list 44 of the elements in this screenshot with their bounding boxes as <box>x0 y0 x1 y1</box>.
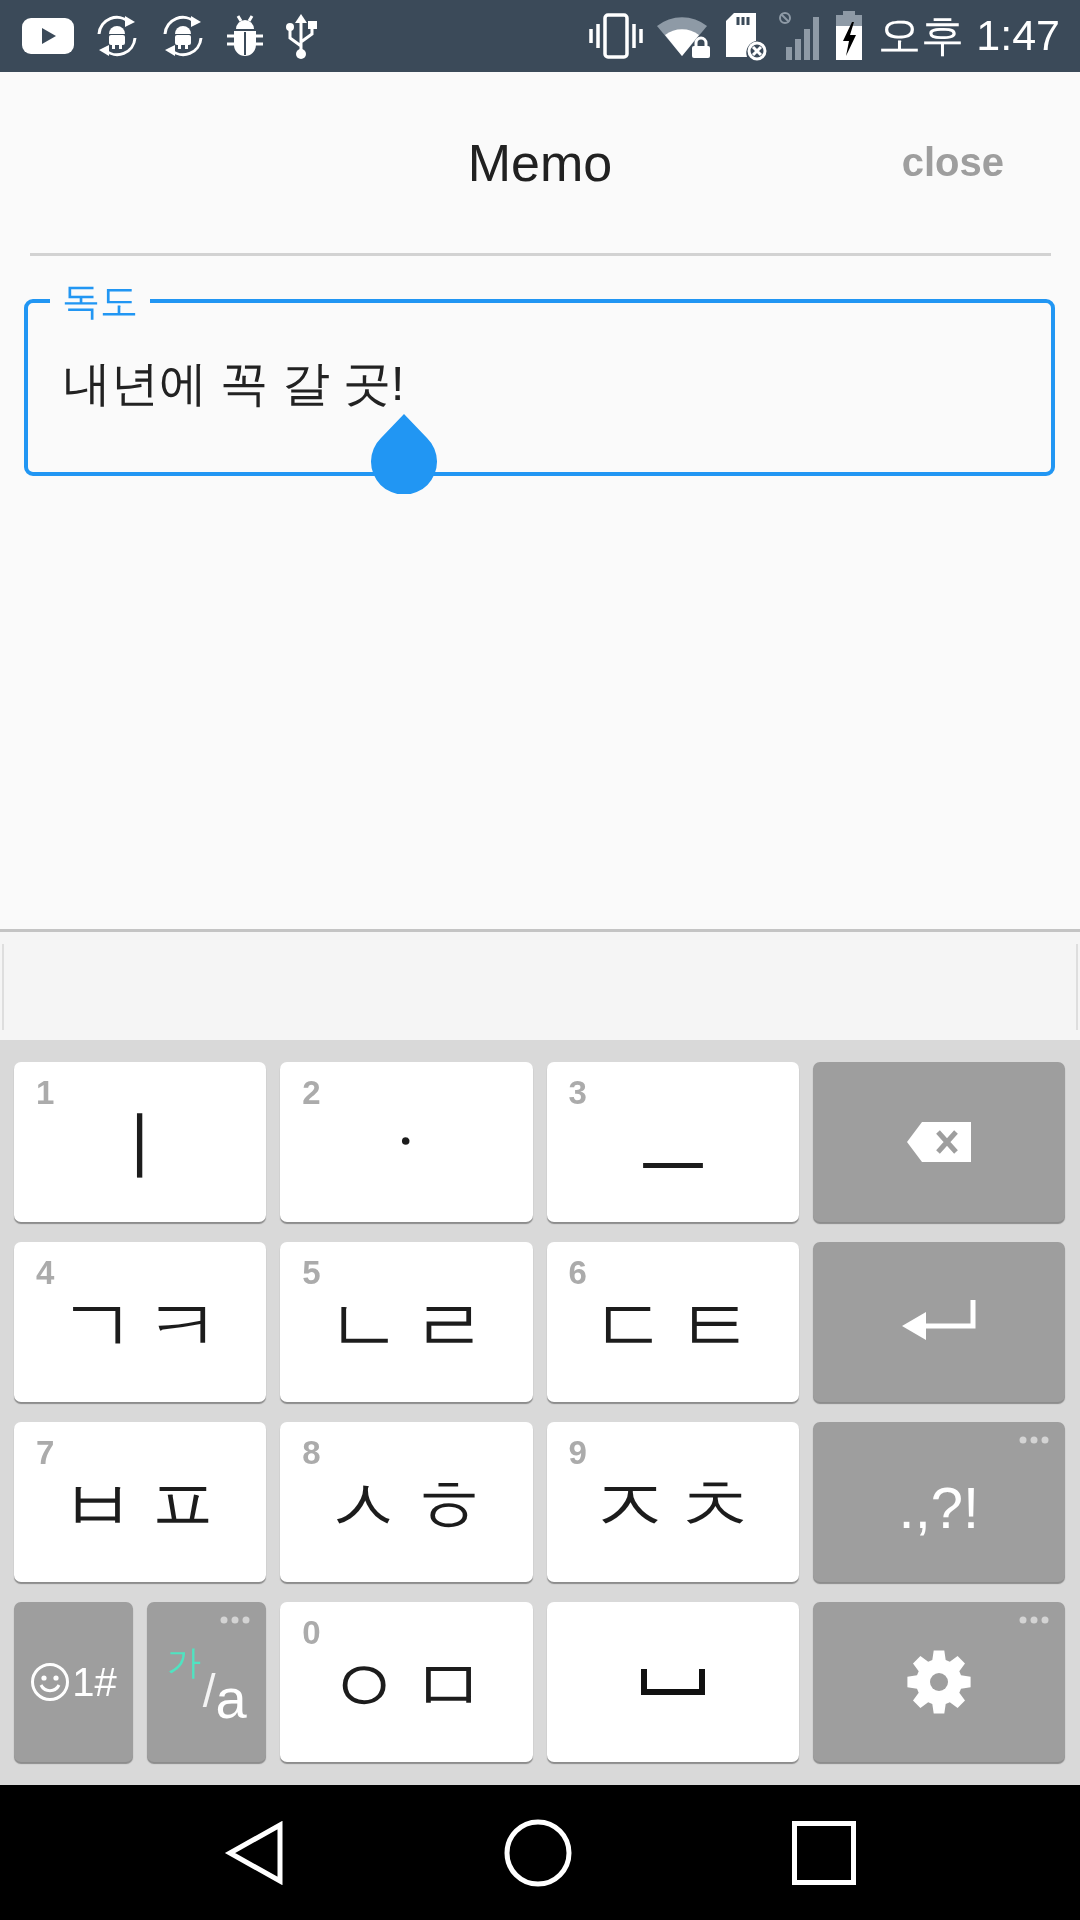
backspace-icon <box>904 1120 973 1164</box>
letter-key[interactable]: 5 ㄴ ㄹ <box>280 1242 533 1402</box>
more-dots-icon <box>1019 1436 1049 1444</box>
letter-key[interactable]: 7 ㅂ ㅍ <box>14 1422 267 1582</box>
key-hint: 2 <box>302 1074 321 1112</box>
space-bar-icon <box>640 1667 705 1697</box>
back-icon[interactable] <box>224 1820 284 1885</box>
letter-key[interactable]: 8 ㅅ ㅎ <box>280 1422 533 1582</box>
letter-key[interactable]: 1 ㅣ <box>14 1062 267 1222</box>
cursor-handle[interactable] <box>371 414 438 494</box>
key-hint: 6 <box>568 1254 587 1292</box>
status-time: 오후 1:47 <box>878 10 1060 61</box>
letter-key[interactable]: 4 ㄱ ㅋ <box>14 1242 267 1402</box>
more-dots-icon <box>1019 1616 1049 1624</box>
key-hint: 3 <box>568 1074 587 1112</box>
settings-key[interactable] <box>812 1602 1065 1762</box>
key-hint: 9 <box>568 1434 587 1472</box>
backspace-key[interactable] <box>812 1062 1065 1222</box>
bug-icon <box>226 14 264 58</box>
recents-icon[interactable] <box>792 1820 856 1885</box>
key-hint: 5 <box>302 1254 321 1292</box>
usb-icon <box>284 13 318 59</box>
screen-title: Memo <box>467 132 613 193</box>
letter-key[interactable]: 3 ㅡ <box>546 1062 799 1222</box>
sd-card-error-icon <box>723 11 768 61</box>
key-hint: 4 <box>36 1254 55 1292</box>
key-hint: 7 <box>36 1434 55 1472</box>
settings-icon <box>906 1650 971 1714</box>
home-icon[interactable] <box>504 1818 572 1887</box>
battery-charging-icon <box>835 11 864 61</box>
smiley-icon <box>30 1662 71 1702</box>
letter-key[interactable]: 0 ㅇ ㅁ <box>280 1602 533 1762</box>
memo-text: 내년에 꼭 갈 곳! <box>63 357 405 410</box>
letter-key[interactable]: 6 ㄷ ㅌ <box>546 1242 799 1402</box>
key-hint: 8 <box>302 1434 321 1472</box>
vibrate-icon <box>587 13 646 59</box>
video-play-icon <box>22 18 74 54</box>
letter-key[interactable]: 2 ㆍ <box>280 1062 533 1222</box>
enter-key[interactable] <box>812 1242 1065 1402</box>
key-hint: 1 <box>36 1074 55 1112</box>
letter-key[interactable]: 9 ㅈ ㅊ <box>546 1422 799 1582</box>
key-hint: 0 <box>302 1614 321 1652</box>
field-label: 독도 <box>61 279 139 324</box>
more-dots-icon <box>220 1616 251 1624</box>
